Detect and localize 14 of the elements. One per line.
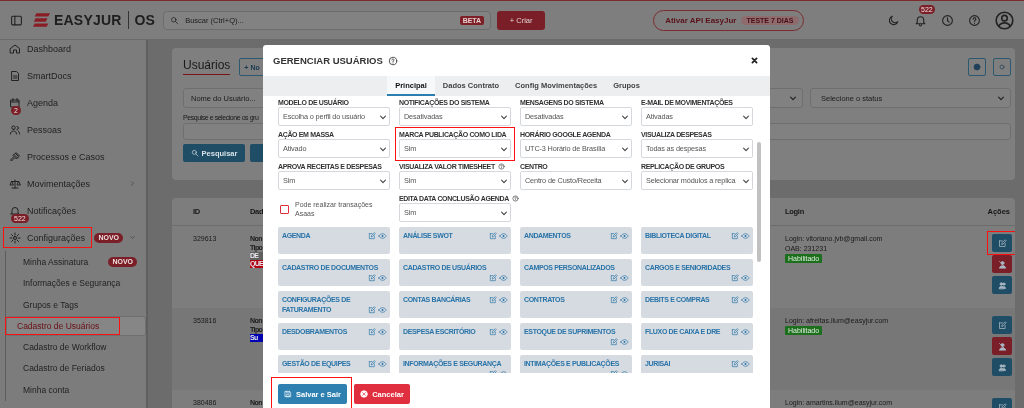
sidebar-item[interactable]: SmartDocs xyxy=(0,62,146,89)
sidebar-item[interactable]: Dashboard xyxy=(0,35,146,62)
sidebar-item[interactable]: Movimentações xyxy=(0,170,146,197)
brand-suffix: OS xyxy=(134,12,156,28)
submenu-item[interactable]: Grupos e Tags xyxy=(6,294,146,316)
dialog-title: GERENCIAR USUÁRIOS xyxy=(273,55,383,66)
submenu-item[interactable]: Cadastro de Feriados xyxy=(6,357,146,379)
brand-name: EASYJUR xyxy=(54,12,122,28)
sidebar-item[interactable]: Processos e Casos xyxy=(0,143,146,170)
submenu-item[interactable]: Minha conta xyxy=(6,378,146,401)
sidebar-item[interactable]: Pessoas xyxy=(0,116,146,143)
submenu-item[interactable]: Informações e Segurança xyxy=(6,272,146,295)
submenu-item[interactable]: Cadastro de Workflow xyxy=(6,335,146,358)
page-title: Usuários xyxy=(183,58,231,75)
